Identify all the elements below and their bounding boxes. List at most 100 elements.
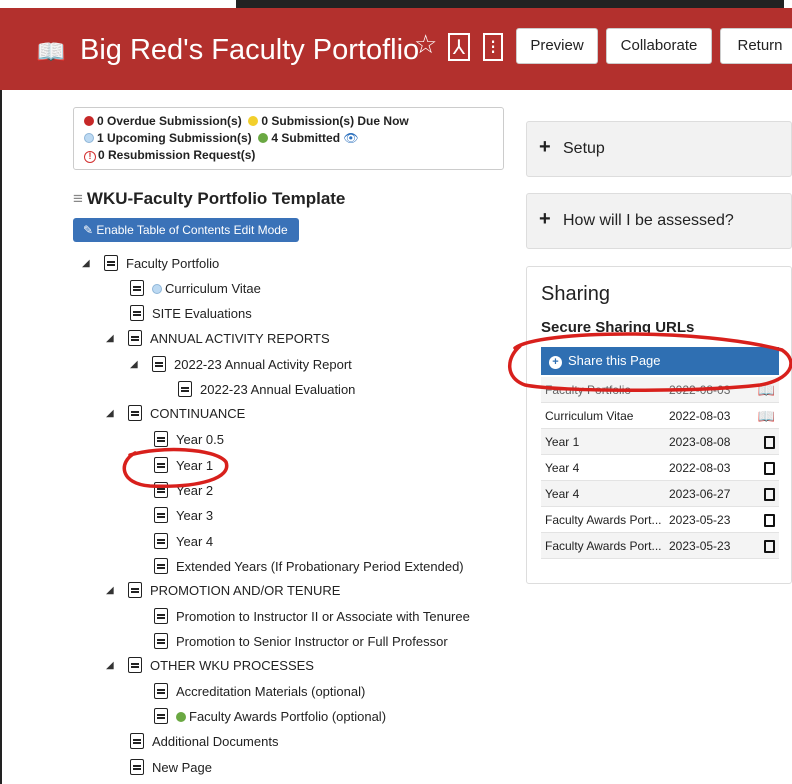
collapse-triangle-icon[interactable]: ◢ [106,656,114,676]
tree-item-accreditation-materials[interactable]: Accreditation Materials (optional) [154,682,365,702]
sharing-panel: Sharing Secure Sharing URLs + Share this … [526,266,792,584]
pencil-icon: ✎ [83,223,97,237]
plus-icon: + [539,136,551,158]
enable-toc-edit-button[interactable]: ✎ Enable Table of Contents Edit Mode [73,218,299,242]
tree-item-year-0-5[interactable]: Year 0.5 [154,430,224,450]
sharing-row-name: Year 4 [545,487,580,501]
file-icon[interactable] [764,481,775,507]
overdue-dot-icon [84,116,94,126]
submitted-dot-icon [258,133,269,143]
file-icon[interactable] [764,533,775,559]
file-icon[interactable] [764,455,775,481]
sharing-row-name: Faculty Awards Port... [545,513,662,527]
app-header: 📖 Big Red's Faculty Portoflio ☆ ⅄ ⁝ Prev… [0,8,792,90]
assessment-label: How will I be assessed? [563,212,734,229]
page-icon [130,733,144,749]
preview-button[interactable]: Preview [516,28,598,64]
overdue-count: 0 Overdue Submission(s) [97,114,242,128]
tree-item-promotion-senior[interactable]: Promotion to Senior Instructor or Full P… [154,632,448,652]
book-icon[interactable]: 📖 [758,377,775,403]
tree-item-year-2[interactable]: Year 2 [154,481,213,501]
tree-item-year-3[interactable]: Year 3 [154,506,213,526]
tree-item-other-wku-processes[interactable]: ◢ OTHER WKU PROCESSES [106,656,314,676]
page-icon [154,708,168,724]
zip-icon[interactable]: ⁝ [483,33,503,61]
page-icon [128,582,142,598]
submitted-dot-icon [176,712,186,722]
left-edge [0,90,2,784]
page-icon [154,457,168,473]
assessment-accordion[interactable]: + How will I be assessed? [526,193,792,249]
tree-item-annual-activity-reports[interactable]: ◢ ANNUAL ACTIVITY REPORTS [106,329,330,349]
setup-label: Setup [563,140,605,157]
sharing-row[interactable]: Faculty Portfolio 2022-08-03 📖 [541,377,779,403]
page-icon [154,507,168,523]
book-icon[interactable]: 📖 [758,403,775,429]
tree-label: Extended Years (If Probationary Period E… [176,559,464,574]
sharing-row[interactable]: Faculty Awards Port... 2023-05-23 [541,533,779,559]
tree-item-promotion-tenure[interactable]: ◢ PROMOTION AND/OR TENURE [106,581,340,601]
return-button[interactable]: Return [720,28,792,64]
sharing-row[interactable]: Year 4 2022-08-03 [541,455,779,481]
page-icon [130,305,144,321]
tree-item-promotion-instructor-ii[interactable]: Promotion to Instructor II or Associate … [154,607,470,627]
eye-icon[interactable]: 👁 [343,131,358,145]
collaborate-button[interactable]: Collaborate [606,28,712,64]
tree-label: Year 3 [176,508,214,523]
template-title: ≡ WKU-Faculty Portfolio Template [73,189,345,209]
template-title-text: WKU-Faculty Portfolio Template [86,189,346,208]
collapse-triangle-icon[interactable]: ◢ [82,254,90,274]
plus-icon: + [539,208,551,230]
sharing-row[interactable]: Year 1 2023-08-08 [541,429,779,455]
due-now-dot-icon [248,116,259,126]
collapse-triangle-icon[interactable]: ◢ [106,329,114,349]
collapse-triangle-icon[interactable]: ◢ [130,355,138,375]
tree-label: Year 1 [176,458,214,473]
sharing-row-date: 2023-05-23 [669,513,731,527]
sharing-row-date: 2023-08-08 [669,435,731,449]
page-icon [154,558,168,574]
page-icon [154,683,168,699]
pdf-icon[interactable]: ⅄ [448,33,470,61]
sharing-title: Sharing [541,283,610,305]
secure-sharing-urls-heading: Secure Sharing URLs [541,319,695,336]
tree-label: PROMOTION AND/OR TENURE [150,583,341,598]
page-icon [154,482,168,498]
tree-item-site-evaluations[interactable]: SITE Evaluations [130,304,252,324]
tree-item-year-1[interactable]: Year 1 [154,456,213,476]
tree-item-extended-years[interactable]: Extended Years (If Probationary Period E… [154,557,464,577]
file-icon[interactable] [764,507,775,533]
tree-label: Year 0.5 [176,432,224,447]
tree-item-faculty-portfolio[interactable]: ◢ Faculty Portfolio [82,254,219,274]
collapse-triangle-icon[interactable]: ◢ [106,581,114,601]
page-icon [128,405,142,421]
sharing-row[interactable]: Curriculum Vitae 2022-08-03 📖 [541,403,779,429]
page-icon [154,633,168,649]
sharing-row[interactable]: Year 4 2023-06-27 [541,481,779,507]
tree-label: Faculty Portfolio [126,256,220,271]
share-this-page-button[interactable]: + Share this Page [541,347,779,375]
collapse-triangle-icon[interactable]: ◢ [106,404,114,424]
tree-item-continuance[interactable]: ◢ CONTINUANCE [106,404,245,424]
tree-item-additional-documents[interactable]: Additional Documents [130,732,278,752]
tree-item-faculty-awards-portfolio[interactable]: Faculty Awards Portfolio (optional) [154,707,386,727]
page-title: Big Red's Faculty Portoflio [80,34,420,66]
star-icon[interactable]: ☆ [414,30,437,60]
top-strip [0,0,792,8]
submission-status-box: 0 Overdue Submission(s) 0 Submission(s) … [73,107,504,170]
tree-label: ANNUAL ACTIVITY REPORTS [150,331,330,346]
tree-label: Faculty Awards Portfolio (optional) [189,709,387,724]
setup-accordion[interactable]: + Setup [526,121,792,177]
tree-label: 2022-23 Annual Evaluation [200,382,356,397]
tree-item-curriculum-vitae[interactable]: Curriculum Vitae [130,279,261,299]
tree-item-year-4[interactable]: Year 4 [154,532,213,552]
file-icon[interactable] [764,429,775,455]
tree-label: Year 4 [176,534,214,549]
page-icon [154,431,168,447]
tree-label: Promotion to Instructor II or Associate … [176,609,470,624]
tree-item-new-page[interactable]: New Page [130,758,212,778]
tree-item-annual-activity-report[interactable]: ◢ 2022-23 Annual Activity Report [130,355,352,375]
tree-label: Promotion to Senior Instructor or Full P… [176,634,448,649]
tree-item-annual-evaluation[interactable]: 2022-23 Annual Evaluation [178,380,355,400]
sharing-row[interactable]: Faculty Awards Port... 2023-05-23 [541,507,779,533]
